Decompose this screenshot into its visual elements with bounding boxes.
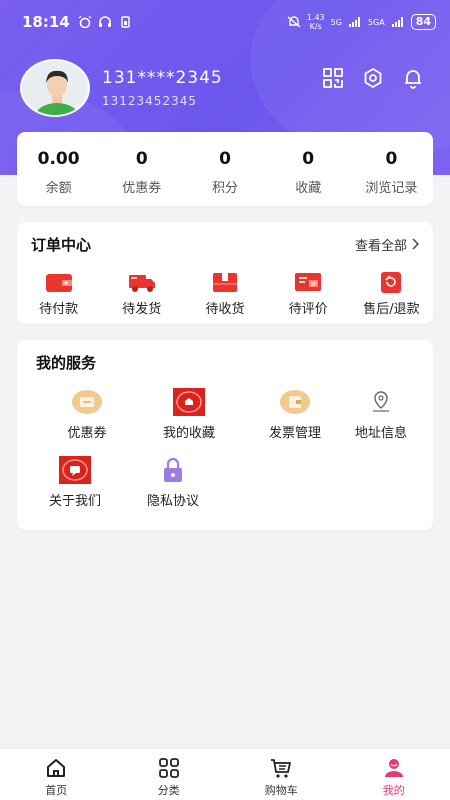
network-5ga: 5GA [367,17,385,27]
refund-icon [381,272,402,293]
stat-coupons[interactable]: 0 优惠券 [100,132,183,206]
avatar[interactable] [20,59,90,117]
service-about[interactable]: 关于我们 [25,456,125,509]
user-phone: 13123452345 [102,94,197,108]
tab-label: 分类 [157,784,180,797]
service-label: 发票管理 [268,426,321,441]
invoice-icon [280,390,310,414]
signal-icon [348,17,360,27]
tab-category[interactable]: 分类 [113,749,226,800]
grid-icon [158,758,179,778]
service-coupons[interactable]: 优惠券 [37,388,137,441]
coupon-icon [72,390,102,414]
status-time: 18:14 [22,13,70,31]
order-after-sales[interactable]: 售后/退款 [350,270,433,317]
service-label: 隐私协议 [146,494,199,509]
box-icon [213,273,237,292]
network-speed: 1.43 K/s [306,13,325,31]
stat-favorites[interactable]: 0 收藏 [267,132,350,206]
wallet-icon [45,274,72,292]
service-invoice[interactable]: 发票管理 [245,388,345,441]
service-label: 优惠券 [67,426,107,441]
view-all-label: 查看全部 [354,238,407,254]
tab-mine[interactable]: 我的 [338,749,450,800]
user-name: 131****2345 [102,68,223,88]
gear-icon[interactable] [362,67,384,89]
profile-section: 131****2345 13123452345 [20,58,430,118]
order-label: 售后/退款 [363,302,420,317]
service-favorites[interactable]: 我的收藏 [139,388,239,441]
signal-icon-2 [391,17,403,27]
alarm-icon [78,16,92,28]
stats-card: 0.00 余额 0 优惠券 0 积分 0 收藏 0 浏览记录 [17,132,433,206]
sim-icon [121,16,130,28]
stat-label: 浏览记录 [365,181,418,196]
stat-balance[interactable]: 0.00 余额 [17,132,100,206]
stat-points[interactable]: 0 积分 [183,132,266,206]
qr-code-icon[interactable] [322,67,344,89]
tab-home[interactable]: 首页 [0,749,113,800]
lock-icon [164,457,182,482]
service-label: 关于我们 [48,494,101,509]
services-title: 我的服务 [36,354,97,372]
stat-value: 0 [302,149,315,169]
network-5g: 5G [330,17,342,27]
favorites-icon [173,388,205,416]
stat-value: 0.00 [37,149,80,169]
tab-label: 我的 [382,784,405,797]
about-icon [59,456,91,484]
order-pending-payment[interactable]: 待付款 [17,270,100,317]
bell-icon[interactable] [402,67,424,89]
status-bar: 18:14 1.43 K/s 5G 5GA 84 [0,0,450,44]
chevron-right-icon [412,238,419,250]
stat-value: 0 [135,149,148,169]
service-label: 地址信息 [354,426,407,441]
headphones-icon [98,16,111,27]
home-icon [47,759,66,777]
battery-level: 84 [410,14,436,30]
order-label: 待收货 [205,302,245,317]
review-icon [295,273,322,291]
tab-label: 购物车 [264,784,298,797]
services-card: 我的服务 优惠券 我的收藏 发票管理 地址信息 关于我们 隐私协议 [17,340,433,530]
stat-label: 积分 [212,181,239,196]
stat-history[interactable]: 0 浏览记录 [350,132,433,206]
service-address[interactable]: 地址信息 [331,388,431,441]
order-to-receive[interactable]: 待收货 [183,270,266,317]
service-label: 我的收藏 [162,426,215,441]
orders-title: 订单中心 [31,235,92,254]
cart-icon [271,759,292,778]
stat-label: 优惠券 [122,181,162,196]
stat-label: 收藏 [295,181,322,196]
service-privacy[interactable]: 隐私协议 [123,456,223,509]
bottom-tab-bar: 首页 分类 购物车 我的 [0,748,450,800]
truck-icon [128,275,155,292]
order-label: 待评价 [288,302,328,317]
stat-value: 0 [219,149,231,169]
order-label: 待付款 [39,302,79,317]
order-label: 待发货 [122,302,162,317]
order-to-ship[interactable]: 待发货 [100,270,183,317]
location-icon [373,391,389,412]
stat-label: 余额 [45,181,72,196]
tab-cart[interactable]: 购物车 [225,749,338,800]
view-all-orders-link[interactable]: 查看全部 [355,235,419,254]
tab-label: 首页 [45,784,68,797]
profile-icon [384,759,403,777]
orders-card: 订单中心 查看全部 待付款 待发货 待收货 待评价 售后/退款 [17,222,433,324]
mute-icon [287,16,301,28]
order-to-review[interactable]: 待评价 [267,270,350,317]
stat-value: 0 [385,149,398,169]
